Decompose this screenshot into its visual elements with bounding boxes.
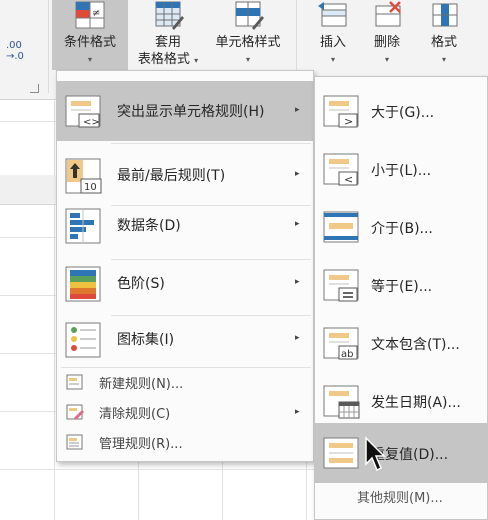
cell-styles-label: 单元格样式: [215, 35, 281, 50]
submenu-arrow-icon: ▸: [295, 277, 300, 287]
color-scales-icon: [65, 266, 101, 302]
menu-separator: [61, 367, 311, 368]
data-bars-icon: [65, 208, 101, 244]
new-rule-icon: [66, 374, 83, 390]
menu-item-clear-rules[interactable]: 清除规则(C) ▸: [57, 399, 313, 425]
between-icon: [323, 211, 359, 243]
text-contains-icon: ab: [323, 327, 359, 360]
format-as-table-button[interactable]: 套用 表格格式 ▾: [130, 0, 206, 70]
menu-item-new-rule[interactable]: 新建规则(N)...: [57, 369, 313, 395]
less-than-icon: <: [323, 153, 359, 186]
mouse-cursor-icon: [365, 436, 386, 472]
insert-cells-icon: [318, 2, 347, 27]
submenu-item-label: 大于(G)...: [371, 105, 435, 121]
icon-sets-icon: [65, 322, 101, 358]
insert-button[interactable]: 插入 ▾: [306, 0, 360, 70]
menu-separator: [111, 143, 311, 144]
menu-item-label: 新建规则(N)...: [99, 377, 184, 392]
highlight-rules-icon: <>: [65, 95, 101, 128]
submenu-item-duplicate-values[interactable]: 重复值(D)...: [315, 423, 487, 483]
menu-item-highlight-rules[interactable]: <> 突出显示单元格规则(H) ▸: [57, 81, 313, 141]
menu-item-label: 最前/最后规则(T): [117, 168, 226, 184]
format-label: 格式: [430, 35, 457, 50]
ribbon-separator: [48, 0, 49, 93]
icon-glyph: ab: [341, 349, 353, 360]
svg-text:<>: <>: [83, 117, 100, 128]
submenu-item-greater-than[interactable]: > 大于(G)...: [315, 81, 487, 141]
menu-item-label: 突出显示单元格规则(H): [117, 104, 265, 120]
submenu-item-between[interactable]: 介于(B)...: [315, 197, 487, 257]
decrease-decimal-button[interactable]: .00 →.0: [6, 40, 24, 62]
submenu-item-more-rules[interactable]: 其他规则(M)...: [357, 487, 443, 506]
chevron-down-icon: ▾: [330, 55, 335, 64]
chevron-down-icon: ▾: [245, 55, 250, 64]
format-as-table-icon: [155, 1, 184, 30]
conditional-format-icon: ≠: [75, 1, 105, 29]
menu-item-label: 清除规则(C): [99, 407, 171, 422]
svg-text:10: 10: [84, 182, 97, 193]
format-as-table-label-1: 套用: [154, 35, 181, 50]
submenu-item-equal-to[interactable]: 等于(E)...: [315, 255, 487, 315]
delete-button[interactable]: 删除 ▾: [360, 0, 414, 70]
menu-item-label: 管理规则(R)...: [99, 437, 183, 452]
menu-item-icon-sets[interactable]: 图标集(I) ▸: [57, 309, 313, 369]
top-bottom-rules-icon: 10: [65, 158, 102, 194]
svg-text:≠: ≠: [92, 8, 100, 19]
conditional-format-menu: <> 突出显示单元格规则(H) ▸ 10 最前/最后规则(T) ▸ 数据条(D)…: [56, 70, 314, 462]
highlight-rules-submenu: > 大于(G)... < 小于(L)... 介于(B)... 等于(E)... …: [314, 76, 488, 520]
delete-label: 删除: [373, 35, 400, 50]
submenu-arrow-icon: ▸: [295, 105, 300, 115]
clear-rules-icon: [66, 404, 84, 420]
menu-item-data-bars[interactable]: 数据条(D) ▸: [57, 195, 313, 255]
icon-glyph: <: [344, 173, 353, 186]
submenu-item-label: 发生日期(A)...: [371, 395, 461, 411]
conditional-format-button[interactable]: ≠ 条件格式 ▾: [52, 0, 128, 70]
menu-item-label: 色阶(S): [117, 276, 165, 292]
format-as-table-label-2: 表格格式: [137, 52, 190, 67]
submenu-arrow-icon: ▸: [295, 169, 300, 179]
date-occurring-icon: [323, 385, 360, 419]
menu-item-label: 数据条(D): [117, 218, 181, 234]
submenu-arrow-icon: ▸: [295, 219, 300, 229]
chevron-down-icon: ▾: [384, 55, 389, 64]
conditional-format-label: 条件格式: [63, 35, 116, 50]
manage-rules-icon: [66, 434, 83, 450]
submenu-item-text-contains[interactable]: ab 文本包含(T)...: [315, 313, 487, 373]
duplicate-values-icon: [323, 437, 359, 469]
delete-cells-icon: [375, 1, 401, 27]
submenu-arrow-icon: ▸: [295, 333, 300, 343]
menu-item-label: 图标集(I): [117, 332, 175, 348]
chevron-down-icon: ▾: [441, 55, 446, 64]
submenu-item-date-occurring[interactable]: 发生日期(A)...: [315, 371, 487, 431]
icon-glyph: >: [344, 115, 353, 128]
submenu-arrow-icon: ▸: [295, 407, 300, 417]
decrease-decimal-label: .00 →.0: [6, 40, 24, 62]
cell-styles-icon: [235, 1, 264, 30]
submenu-item-less-than[interactable]: < 小于(L)...: [315, 139, 487, 199]
greater-than-icon: >: [323, 95, 359, 128]
chevron-down-icon: ▾: [194, 56, 199, 65]
submenu-item-label: 文本包含(T)...: [371, 337, 460, 353]
format-cells-icon: [432, 3, 458, 27]
submenu-item-label: 介于(B)...: [371, 221, 433, 237]
submenu-item-label: 小于(L)...: [371, 163, 432, 179]
menu-item-manage-rules[interactable]: 管理规则(R)...: [57, 429, 313, 455]
format-button[interactable]: 格式 ▾: [414, 0, 474, 70]
insert-label: 插入: [319, 35, 346, 50]
cell-styles-button[interactable]: 单元格样式 ▾: [206, 0, 290, 70]
equal-to-icon: [323, 269, 359, 302]
number-group-launcher-icon[interactable]: [30, 84, 39, 93]
grid-header-band: [0, 175, 56, 205]
submenu-item-label: 等于(E)...: [371, 279, 433, 295]
chevron-down-icon: ▾: [87, 55, 92, 64]
menu-item-color-scales[interactable]: 色阶(S) ▸: [57, 253, 313, 313]
